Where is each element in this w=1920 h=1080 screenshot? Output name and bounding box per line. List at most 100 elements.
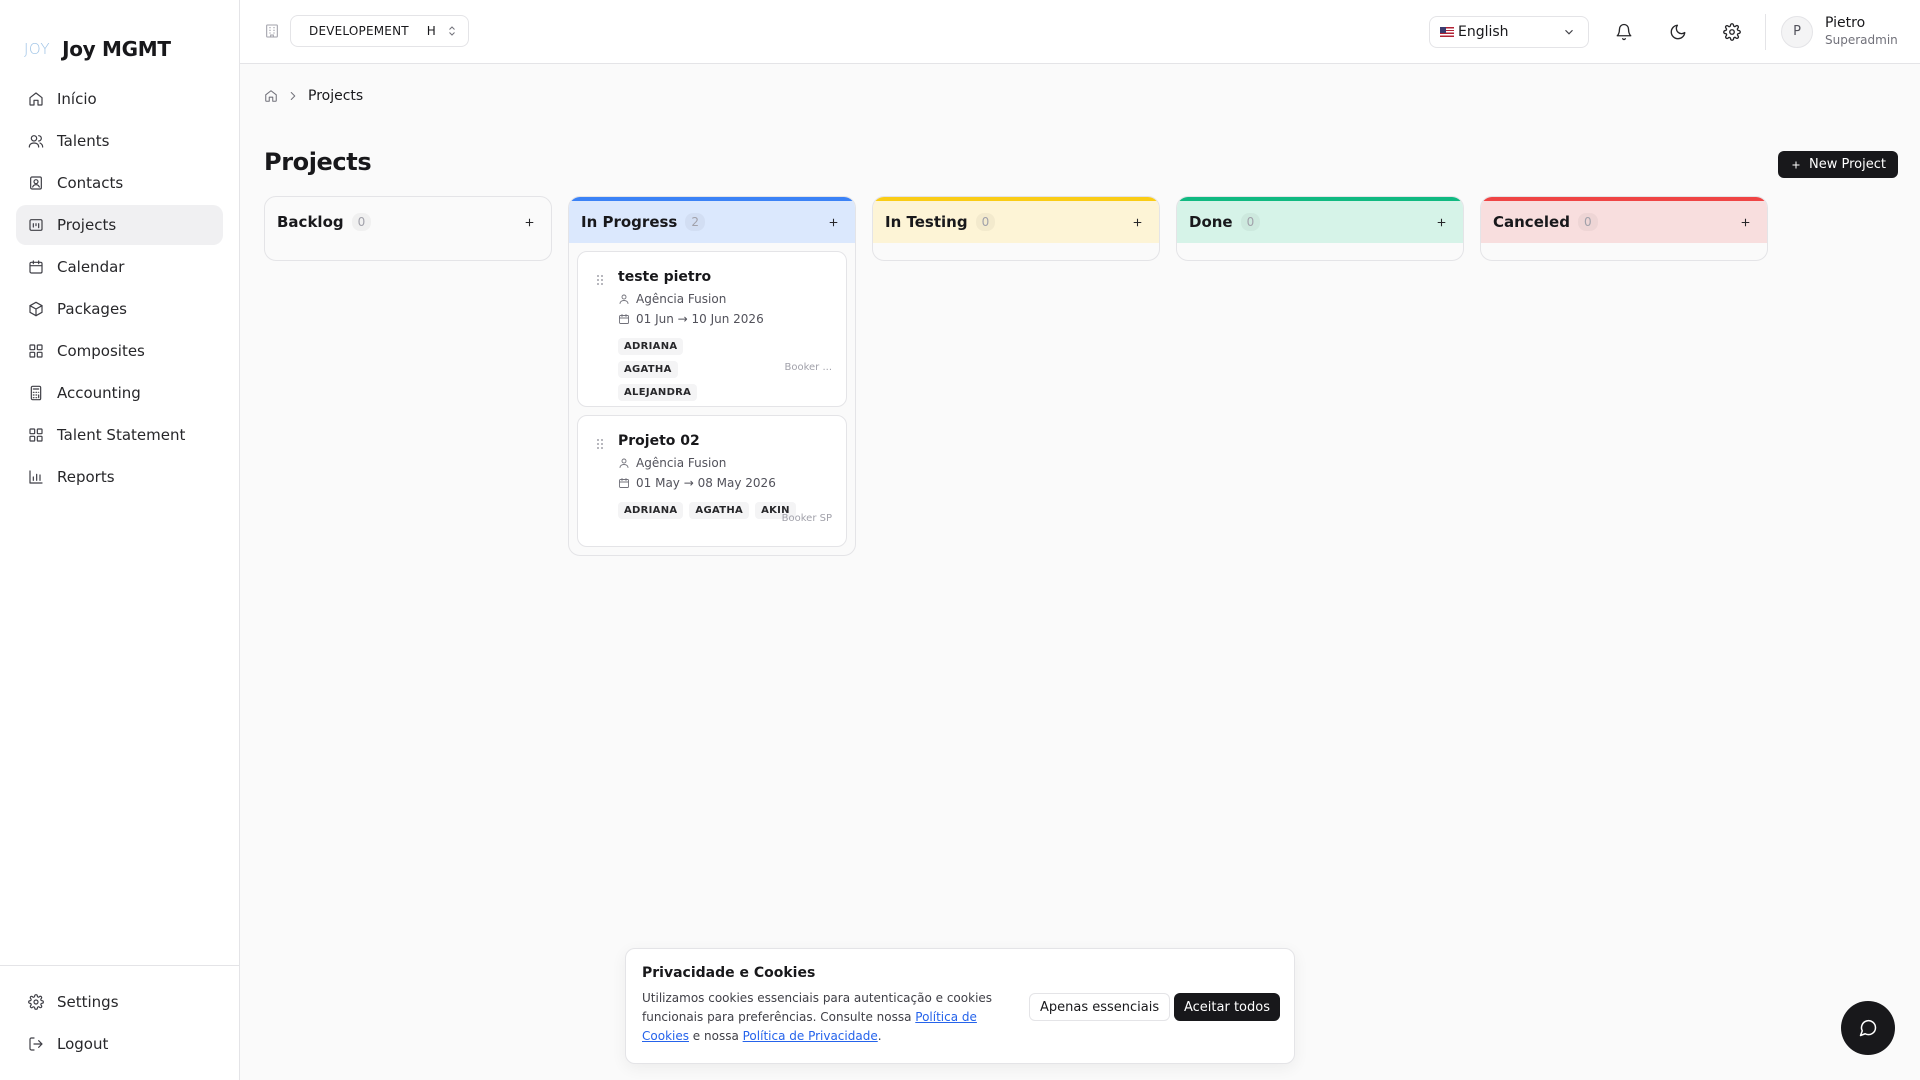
- contact-icon: [30, 176, 42, 190]
- moon-icon: [1670, 24, 1686, 40]
- new-project-label: New Project: [1809, 157, 1886, 172]
- us-flag-icon: [1440, 27, 1454, 37]
- plus-icon: [829, 218, 837, 226]
- sidebar-item-calendar[interactable]: Calendar: [16, 247, 223, 287]
- settings-button[interactable]: [1716, 16, 1748, 48]
- column-body: [873, 243, 1159, 260]
- sidebar-item-composites[interactable]: Composites: [16, 331, 223, 371]
- accept-all-button[interactable]: Aceitar todos: [1174, 993, 1280, 1021]
- column-count: 0: [1577, 213, 1598, 231]
- user-info: Pietro Superadmin: [1825, 15, 1898, 48]
- theme-toggle-button[interactable]: [1662, 16, 1694, 48]
- sidebar-item-talent-statement[interactable]: Talent Statement: [16, 415, 223, 455]
- plus-icon: [1437, 218, 1445, 226]
- notifications-button[interactable]: [1608, 16, 1640, 48]
- column-count: 2: [685, 213, 705, 231]
- sidebar-item-label: Reports: [57, 468, 115, 486]
- card-dates: 01 May → 08 May 2026: [594, 476, 830, 490]
- column-title: In Testing: [885, 213, 968, 231]
- sidebar-item-packages[interactable]: Packages: [16, 289, 223, 329]
- sidebar-item-talents[interactable]: Talents: [16, 121, 223, 161]
- sidebar-item-label: Projects: [57, 216, 117, 234]
- talent-tag: ADRIANA: [618, 338, 684, 355]
- add-card-button[interactable]: [823, 212, 843, 232]
- cookie-text-part: e nossa: [688, 1029, 743, 1043]
- sidebar-item-label: Talents: [57, 132, 110, 150]
- essential-only-button[interactable]: Apenas essenciais: [1029, 993, 1171, 1021]
- column-count: 0: [975, 213, 996, 231]
- column-header: Done 0: [1177, 197, 1463, 243]
- brand-name: Joy MGMT: [62, 37, 171, 61]
- card-client: Agência Fusion: [594, 292, 830, 306]
- environment-label: DEVELOPEMENT: [309, 24, 409, 38]
- chat-button[interactable]: [1841, 1001, 1895, 1055]
- environment-suffix: H: [426, 24, 437, 38]
- drag-handle-icon[interactable]: [596, 438, 604, 450]
- kanban-board: Backlog 0 In Progress 2 teste pietro Agê…: [264, 196, 1768, 556]
- column-in-progress: In Progress 2 teste pietro Agência Fusio…: [568, 196, 856, 556]
- card-booker: Booker SP: [781, 513, 832, 524]
- calendar-icon: [619, 478, 629, 488]
- add-card-button[interactable]: [1735, 212, 1755, 232]
- language-select[interactable]: English: [1429, 16, 1589, 48]
- users-icon: [28, 135, 44, 148]
- project-card[interactable]: teste pietro Agência Fusion 01 Jun → 10 …: [577, 251, 847, 407]
- add-card-button[interactable]: [1127, 212, 1147, 232]
- page-title: Projects: [264, 148, 372, 176]
- sidebar-item-reports[interactable]: Reports: [16, 457, 223, 497]
- drag-handle-icon[interactable]: [596, 274, 604, 286]
- talent-tag: ALEJANDRA: [618, 384, 698, 401]
- sidebar-item-projects[interactable]: Projects: [16, 205, 223, 245]
- column-header: In Progress 2: [569, 197, 855, 243]
- chart-icon: [29, 470, 43, 484]
- sidebar-item-label: Logout: [57, 1035, 109, 1053]
- calendar-icon: [29, 260, 43, 274]
- card-client: Agência Fusion: [594, 456, 830, 470]
- sidebar-item-logout[interactable]: Logout: [16, 1024, 223, 1064]
- sidebar-item-settings[interactable]: Settings: [16, 982, 223, 1022]
- talent-tag: AGATHA: [618, 361, 678, 378]
- card-client-label: Agência Fusion: [636, 292, 727, 306]
- card-title: teste pietro: [618, 269, 712, 285]
- sidebar: JOY Joy MGMT Início Talents Contacts Pro…: [0, 0, 240, 1080]
- card-dates-label: 01 Jun → 10 Jun 2026: [636, 312, 764, 326]
- sidebar-item-inicio[interactable]: Início: [16, 79, 223, 119]
- column-done: Done 0: [1176, 196, 1464, 261]
- calendar-icon: [619, 314, 629, 324]
- bell-icon: [1616, 23, 1632, 41]
- column-canceled: Canceled 0: [1480, 196, 1768, 261]
- column-backlog: Backlog 0: [264, 196, 552, 261]
- plus-icon: [1741, 218, 1749, 226]
- logout-icon: [29, 1037, 43, 1051]
- talent-tag: AGATHA: [689, 502, 750, 519]
- brand[interactable]: JOY Joy MGMT: [0, 0, 239, 70]
- user-icon: [619, 294, 629, 304]
- privacy-policy-link[interactable]: Política de Privacidade: [743, 1029, 878, 1043]
- card-booker: Booker ...: [784, 362, 832, 373]
- sidebar-item-accounting[interactable]: Accounting: [16, 373, 223, 413]
- column-body: [1481, 243, 1767, 260]
- cookie-title: Privacidade e Cookies: [642, 965, 816, 981]
- add-card-button[interactable]: [1431, 212, 1451, 232]
- breadcrumb-home[interactable]: [264, 89, 278, 103]
- grid-icon: [29, 428, 43, 442]
- brand-logo: JOY: [24, 40, 51, 58]
- card-client-label: Agência Fusion: [636, 456, 727, 470]
- add-card-button[interactable]: [519, 212, 539, 232]
- new-project-button[interactable]: New Project: [1778, 151, 1898, 178]
- talent-tag: ADRIANA: [618, 502, 684, 519]
- language-value: English: [1440, 24, 1509, 40]
- building-icon: [264, 23, 280, 39]
- environment-select[interactable]: DEVELOPEMENT H: [290, 15, 470, 47]
- cookie-text-part: .: [877, 1029, 882, 1043]
- user-menu[interactable]: P Pietro Superadmin: [1781, 15, 1898, 48]
- sidebar-nav: Início Talents Contacts Projects Calenda…: [16, 79, 223, 499]
- sidebar-item-contacts[interactable]: Contacts: [16, 163, 223, 203]
- environment-switcher: DEVELOPEMENT H: [264, 15, 470, 47]
- home-icon: [265, 90, 277, 102]
- column-title: Backlog: [277, 213, 344, 231]
- language-label: English: [1458, 24, 1509, 40]
- sidebar-item-label: Calendar: [57, 258, 125, 276]
- project-card[interactable]: Projeto 02 Agência Fusion 01 May → 08 Ma…: [577, 415, 847, 547]
- plus-icon: [525, 218, 533, 226]
